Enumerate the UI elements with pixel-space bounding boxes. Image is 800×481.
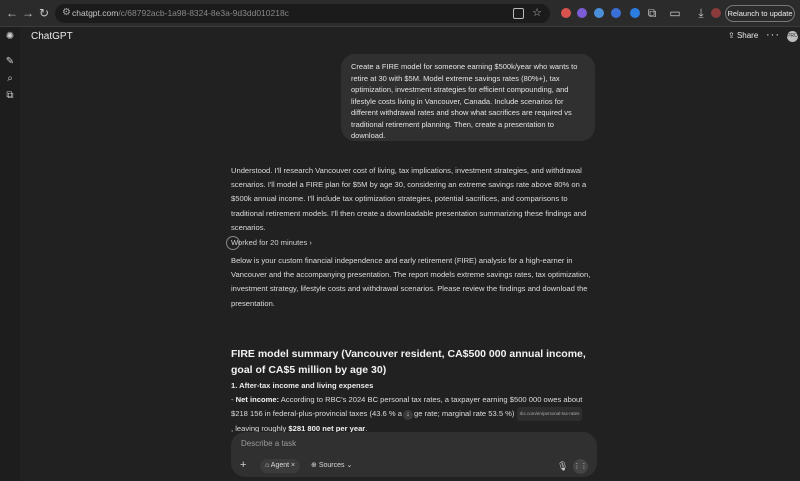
scroll-down-icon[interactable]: ↓ xyxy=(402,410,413,421)
reload-icon[interactable]: ↻ xyxy=(37,6,51,20)
more-options-button[interactable]: ··· xyxy=(766,29,780,41)
voice-mode-button[interactable]: ⋮⋮ xyxy=(573,459,588,474)
net-income-label: Net income: xyxy=(235,395,280,404)
site-info-icon[interactable]: ⚙ xyxy=(62,7,71,18)
avatar[interactable]: PRO xyxy=(787,31,798,42)
section-heading: 1. After-tax income and living expenses xyxy=(231,381,374,390)
assistant-message-intro: Understood. I'll research Vancouver cost… xyxy=(231,166,587,232)
extension-icon[interactable] xyxy=(630,8,640,18)
close-icon[interactable]: × xyxy=(291,462,295,469)
worked-for-toggle[interactable]: Worked for 20 minutes › xyxy=(231,238,312,247)
relaunch-button[interactable]: Relaunch to update xyxy=(725,5,795,22)
chevron-right-icon: › xyxy=(309,238,312,247)
browser-toolbar: ← → ↻ ⚙ chatgpt.com/c/68792acb-1a98-8324… xyxy=(0,0,800,27)
summary-heading: FIRE model summary (Vancouver resident, … xyxy=(231,348,586,376)
extensions-puzzle-icon[interactable]: ⧉ xyxy=(645,6,659,20)
net-income-paragraph: - Net income: According to RBC's 2024 BC… xyxy=(231,395,583,433)
forward-icon[interactable]: → xyxy=(21,6,35,20)
bookmark-star-icon[interactable]: ☆ xyxy=(532,6,542,19)
agent-tool-button[interactable]: ⌂ Agent × xyxy=(260,459,301,473)
url-text: chatgpt.com/c/68792acb-1a98-8324-8e3a-9d… xyxy=(72,8,289,18)
share-icon: ⇪ xyxy=(728,31,737,40)
library-icon[interactable]: ⧉ xyxy=(4,90,16,102)
composer: Describe a task + ⌂ Agent × ⊕ Sources ⌄ … xyxy=(231,432,597,477)
extension-icon[interactable] xyxy=(594,8,604,18)
app-title[interactable]: ChatGPT xyxy=(31,31,73,42)
agent-label: Agent xyxy=(270,462,290,469)
share-button[interactable]: ⇪ Share xyxy=(728,31,758,40)
back-icon[interactable]: ← xyxy=(5,6,19,20)
net-income-text: ge rate; marginal rate 53.5 %) xyxy=(413,409,515,419)
extension-icon[interactable] xyxy=(611,8,621,18)
search-icon[interactable]: ⌕ xyxy=(4,73,16,85)
user-message: Create a FIRE model for someone earning … xyxy=(341,54,595,141)
assistant-result-intro: Below is your custom financial independe… xyxy=(231,256,591,308)
sidebar: ✺ ✎ ⌕ ⧉ xyxy=(0,27,20,481)
sources-dropdown[interactable]: ⊕ Sources ⌄ xyxy=(311,459,352,473)
share-label: Share xyxy=(736,31,759,40)
page-action-icon[interactable] xyxy=(513,8,524,19)
chevron-down-icon: ⌄ xyxy=(346,462,353,469)
microphone-icon[interactable]: 🎙 xyxy=(557,461,568,472)
profile-avatar-icon[interactable] xyxy=(711,8,721,18)
globe-icon: ⊕ xyxy=(311,462,319,469)
task-input[interactable]: Describe a task xyxy=(241,439,296,448)
extension-icon[interactable] xyxy=(577,8,587,18)
worked-label: Worked for 20 minutes xyxy=(231,238,308,247)
extension-icon[interactable] xyxy=(561,8,571,18)
side-panel-icon[interactable]: ▭ xyxy=(668,6,682,20)
download-icon[interactable]: ⤓ xyxy=(694,6,708,20)
openai-logo-icon[interactable]: ✺ xyxy=(4,31,16,43)
sources-label: Sources xyxy=(318,462,345,469)
citation-chip[interactable]: rbc.com/en/personal-tax-rates xyxy=(516,407,583,422)
new-chat-icon[interactable]: ✎ xyxy=(4,56,16,68)
address-bar[interactable]: ⚙ chatgpt.com/c/68792acb-1a98-8324-8e3a-… xyxy=(55,4,550,23)
plus-icon[interactable]: + xyxy=(240,459,246,471)
